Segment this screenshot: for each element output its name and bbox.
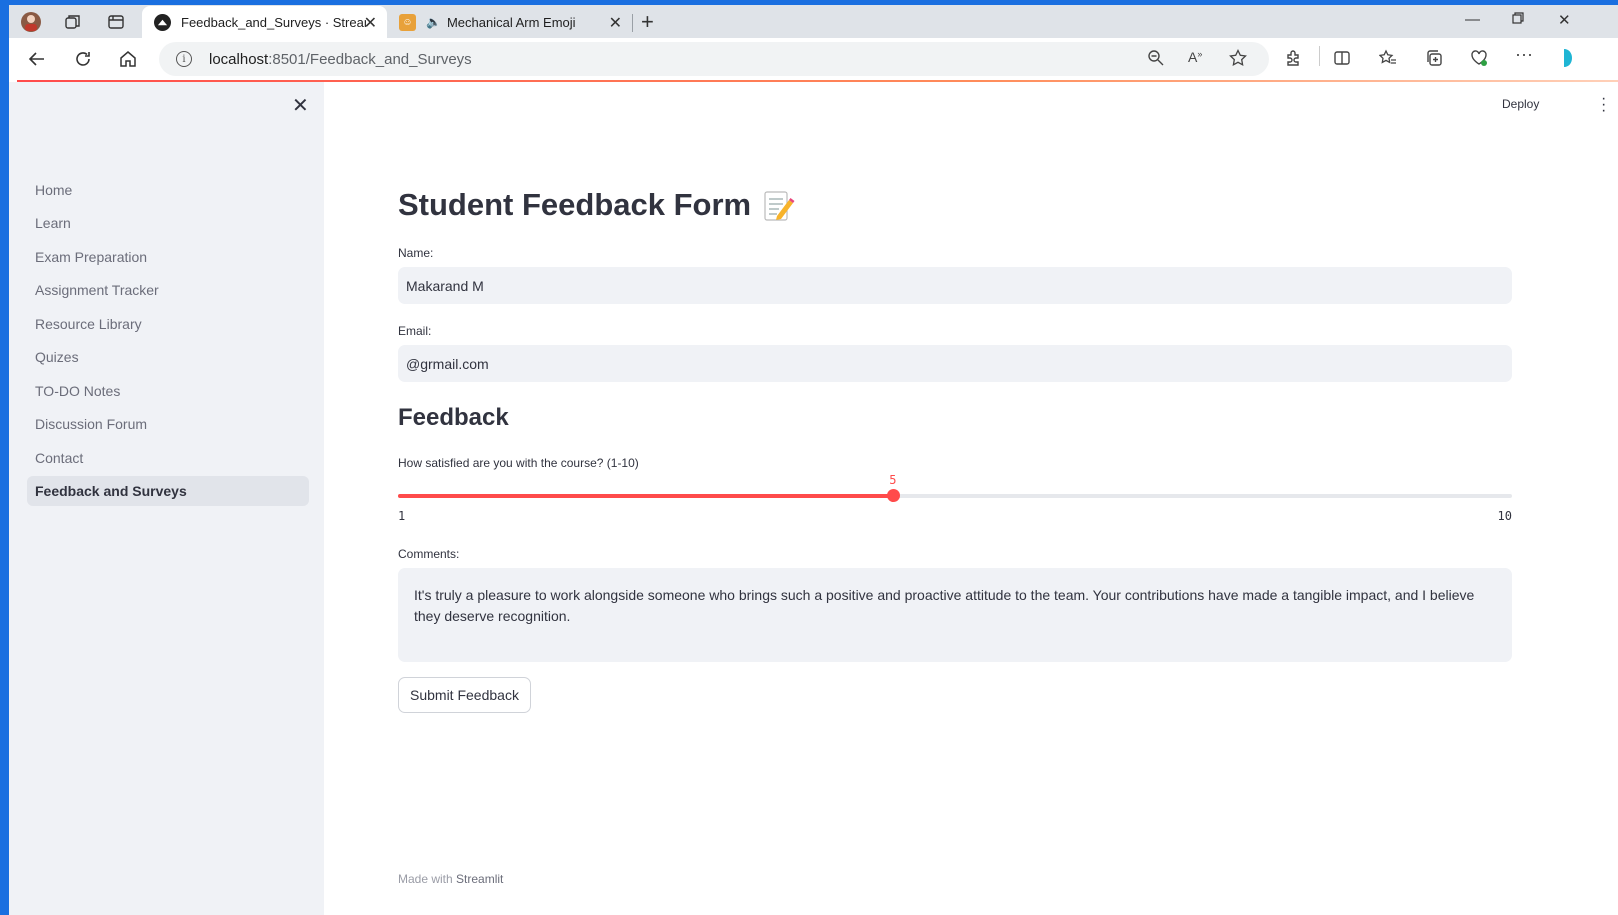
tab-title: Feedback_and_Surveys · Streamlit [181, 14, 366, 30]
url-text: localhost:8501/Feedback_and_Surveys [209, 50, 472, 68]
tab-separator [632, 14, 633, 32]
favorites-icon[interactable] [1378, 49, 1397, 72]
zoom-out-icon[interactable] [1147, 49, 1164, 71]
tab-actions-icon[interactable] [105, 11, 127, 33]
sidebar-item-exam-preparation[interactable]: Exam Preparation [27, 242, 309, 272]
tab-strip: Feedback_and_Surveys · Streamlit ✕ ☺ 🔈 M… [9, 5, 1618, 38]
feedback-heading: Feedback [398, 404, 509, 431]
slider-fill [398, 494, 893, 498]
satisfaction-slider[interactable]: 5 [398, 473, 1512, 502]
sidebar-item-resource-library[interactable]: Resource Library [27, 309, 309, 339]
streamlit-link[interactable]: Streamlit [456, 872, 503, 886]
browser-toolbar: i localhost:8501/Feedback_and_Surveys A»… [9, 38, 1618, 80]
main-content: Student Feedback Form Name: Makarand M E… [398, 82, 1512, 915]
close-tab-icon[interactable]: ✕ [609, 13, 622, 33]
streamlit-app: ✕ Home Learn Exam Preparation Assignment… [9, 82, 1618, 915]
home-icon[interactable] [116, 47, 140, 71]
submit-feedback-button[interactable]: Submit Feedback [398, 677, 531, 713]
footer: Made with Streamlit [398, 872, 503, 886]
browser-window: Feedback_and_Surveys · Streamlit ✕ ☺ 🔈 M… [9, 5, 1618, 915]
comments-textarea[interactable]: It's truly a pleasure to work alongside … [398, 568, 1512, 662]
sidebar: ✕ Home Learn Exam Preparation Assignment… [9, 82, 324, 915]
profile-avatar-icon[interactable] [20, 11, 42, 33]
slider-value: 5 [889, 473, 897, 487]
sidebar-item-learn[interactable]: Learn [27, 208, 309, 238]
satisfaction-slider-label: How satisfied are you with the course? (… [398, 456, 639, 470]
restore-icon[interactable] [1512, 11, 1524, 28]
page-title: Student Feedback Form [398, 187, 795, 223]
sidebar-item-quizes[interactable]: Quizes [27, 342, 309, 372]
comments-label: Comments: [398, 547, 460, 561]
workspaces-icon[interactable] [62, 11, 84, 33]
name-field[interactable]: Makarand M [398, 267, 1512, 304]
slider-min-label: 1 [398, 509, 406, 523]
new-tab-icon[interactable]: + [641, 9, 654, 35]
read-aloud-icon[interactable]: A» [1188, 49, 1202, 65]
slider-thumb[interactable] [886, 489, 900, 502]
sidebar-item-feedback-and-surveys[interactable]: Feedback and Surveys [27, 476, 309, 506]
tab-title: Mechanical Arm Emoji [446, 14, 576, 30]
tab-mechanical-arm[interactable]: ☺ 🔈 Mechanical Arm Emoji ✕ [387, 6, 632, 38]
address-bar[interactable]: i localhost:8501/Feedback_and_Surveys [159, 42, 1269, 76]
more-options-icon[interactable]: ··· [1515, 44, 1533, 65]
back-icon[interactable] [25, 47, 49, 71]
close-sidebar-icon[interactable]: ✕ [292, 93, 309, 118]
tab-feedback[interactable]: Feedback_and_Surveys · Streamlit ✕ [142, 6, 387, 38]
name-label: Name: [398, 246, 434, 260]
main-menu-icon[interactable]: · · · [1601, 91, 1606, 119]
email-field[interactable]: @grmail.com [398, 345, 1512, 382]
emoji-site-favicon-icon: ☺ [399, 13, 416, 31]
refresh-icon[interactable] [71, 47, 95, 71]
sidebar-item-todo-notes[interactable]: TO-DO Notes [27, 376, 309, 406]
split-screen-icon[interactable] [1333, 49, 1351, 72]
close-tab-icon[interactable]: ✕ [364, 13, 377, 33]
email-label: Email: [398, 324, 432, 338]
browser-essentials-icon[interactable] [1470, 49, 1488, 72]
collections-icon[interactable] [1425, 49, 1443, 72]
copilot-icon[interactable] [1556, 47, 1572, 74]
sidebar-item-home[interactable]: Home [27, 175, 309, 205]
page-title-text: Student Feedback Form [398, 187, 752, 222]
minimize-icon[interactable]: — [1465, 11, 1480, 28]
sidebar-item-contact[interactable]: Contact [27, 443, 309, 473]
footer-text: Made with [398, 872, 453, 886]
site-info-icon[interactable]: i [176, 51, 192, 67]
mute-icon: 🔈 [426, 15, 441, 29]
sidebar-item-discussion-forum[interactable]: Discussion Forum [27, 409, 309, 439]
favorite-star-icon[interactable] [1229, 48, 1247, 72]
toolbar-divider [1319, 46, 1320, 66]
streamlit-favicon-icon [154, 13, 171, 31]
close-window-icon[interactable]: ✕ [1558, 11, 1571, 29]
memo-emoji-icon [763, 189, 795, 221]
slider-max-label: 10 [1497, 509, 1512, 523]
extensions-icon[interactable] [1284, 49, 1302, 72]
sidebar-item-assignment-tracker[interactable]: Assignment Tracker [27, 275, 309, 305]
